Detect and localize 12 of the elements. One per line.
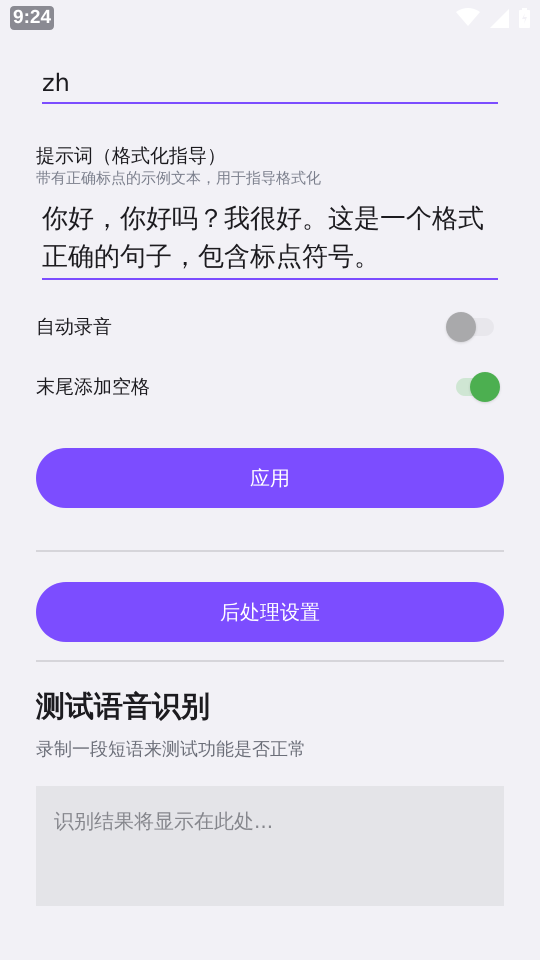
result-field: 识别结果将显示在此处... <box>36 786 504 906</box>
status-time: 9:24 <box>10 6 54 30</box>
post-processing-settings-button[interactable]: 后处理设置 <box>36 582 504 642</box>
toggle-label: 自动录音 <box>36 314 112 340</box>
language-field[interactable]: zh <box>42 66 498 104</box>
field-label: 提示词（格式化指导） <box>36 144 227 168</box>
prompt-field[interactable]: 你好，你好吗？我很好。这是一个格式正确的句子，包含标点符号。 <box>42 200 498 280</box>
toggle-label: 末尾添加空格 <box>36 374 150 400</box>
section-subtitle: 录制一段短语来测试功能是否正常 <box>36 738 307 762</box>
field-hint: 带有正确标点的示例文本，用于指导格式化 <box>36 168 322 188</box>
section-title: 测试语音识别 <box>36 688 211 724</box>
apply-button[interactable]: 应用 <box>36 448 504 508</box>
